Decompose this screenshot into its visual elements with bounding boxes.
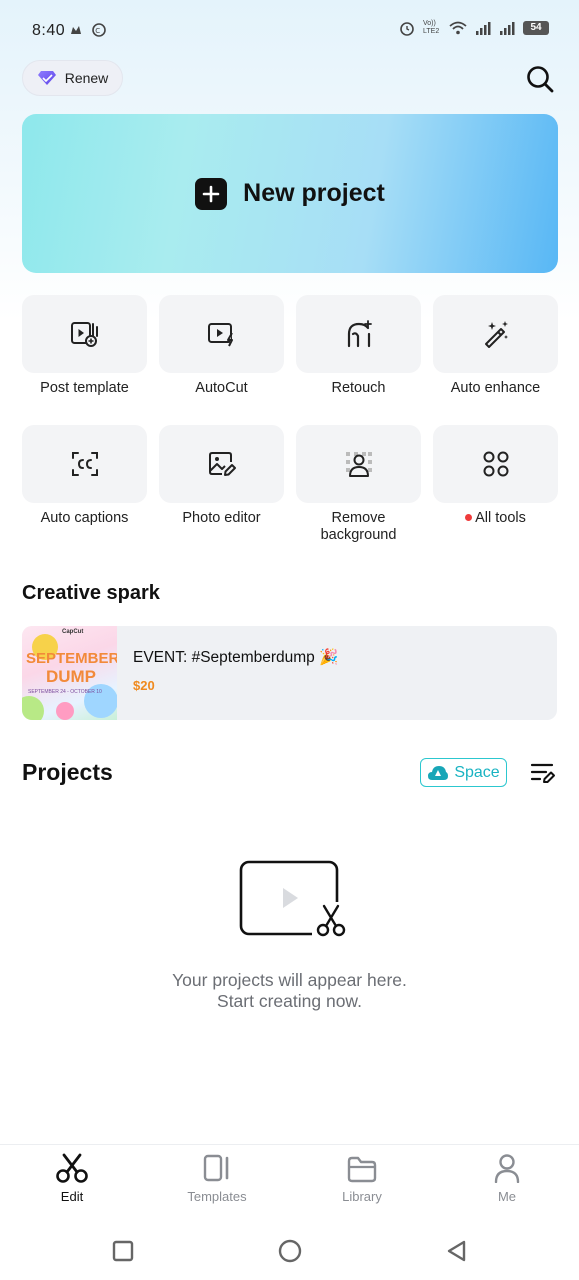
- thumb-dates: SEPTEMBER 24 - OCTOBER 10: [28, 689, 102, 695]
- tool-post-template[interactable]: Post template: [22, 295, 147, 397]
- autocut-icon: [207, 323, 233, 347]
- tool-label: AutoCut: [195, 380, 248, 396]
- empty-projects-illustration: [238, 858, 350, 938]
- signal-icon-2: [500, 22, 515, 35]
- manage-list-icon[interactable]: [530, 761, 556, 785]
- remove-background-icon: [345, 452, 372, 477]
- nav-templates[interactable]: Templates: [162, 1145, 272, 1204]
- tool-retouch[interactable]: Retouch: [296, 295, 421, 397]
- tool-label: Retouch: [331, 380, 386, 396]
- space-label: Space: [454, 763, 500, 781]
- system-nav-bar: [0, 1220, 579, 1280]
- user-icon: [452, 1145, 562, 1183]
- nav-label: Templates: [187, 1189, 247, 1204]
- nav-label: Edit: [60, 1189, 84, 1204]
- back-icon[interactable]: [444, 1238, 470, 1264]
- tool-auto-captions[interactable]: Auto captions: [22, 425, 147, 527]
- diamond-icon: [37, 71, 56, 85]
- renew-button[interactable]: Renew: [22, 60, 123, 96]
- empty-projects-line2: Start creating now.: [217, 991, 362, 1011]
- thumb-line1: SEPTEMBER: [26, 650, 117, 667]
- recents-icon[interactable]: [110, 1238, 136, 1264]
- templates-icon: [162, 1145, 272, 1183]
- tool-remove-background[interactable]: Remove background: [296, 425, 421, 544]
- cc-notification-icon: C: [92, 23, 106, 37]
- tool-autocut[interactable]: AutoCut: [159, 295, 284, 397]
- retouch-icon: [347, 320, 372, 348]
- tool-label: Auto enhance: [450, 380, 541, 396]
- network-label: Vo)) LTE2: [423, 20, 440, 35]
- tool-photo-editor[interactable]: Photo editor: [159, 425, 284, 527]
- search-icon[interactable]: [525, 64, 555, 94]
- empty-projects-line1: Your projects will appear here.: [172, 970, 407, 990]
- tool-label: Post template: [40, 380, 129, 396]
- nav-edit[interactable]: Edit: [17, 1145, 127, 1204]
- notification-icon: [71, 26, 81, 34]
- new-badge-dot: [465, 514, 473, 521]
- nav-label: Me: [497, 1189, 517, 1204]
- event-price: $20: [133, 678, 155, 693]
- cloud-icon: [428, 765, 449, 780]
- renew-label: Renew: [64, 70, 109, 86]
- wifi-icon: [449, 21, 467, 35]
- new-project-button[interactable]: New project: [22, 114, 558, 273]
- status-bar: 8:40 C Vo)) LTE2 54: [0, 0, 579, 60]
- event-card[interactable]: CapCut SEPTEMBER DUMP SEPTEMBER 24 - OCT…: [22, 626, 557, 720]
- post-template-icon: [70, 322, 98, 347]
- nav-label: Library: [342, 1189, 382, 1204]
- tool-label: Remove background: [320, 510, 397, 543]
- battery-icon: 54: [523, 21, 549, 35]
- event-title: EVENT: #Septemberdump 🎉: [133, 649, 339, 666]
- svg-text:C: C: [95, 27, 100, 35]
- folder-icon: [307, 1145, 417, 1183]
- alarm-icon: [400, 22, 414, 36]
- nav-library[interactable]: Library: [307, 1145, 417, 1204]
- scissors-icon: [17, 1145, 127, 1183]
- status-time: 8:40: [32, 22, 66, 39]
- magic-wand-icon: [484, 321, 508, 348]
- event-thumbnail: CapCut SEPTEMBER DUMP SEPTEMBER 24 - OCT…: [22, 626, 117, 720]
- grid-icon: [483, 451, 508, 477]
- new-project-label: New project: [243, 179, 385, 207]
- tool-auto-enhance[interactable]: Auto enhance: [433, 295, 558, 397]
- signal-icon: [476, 22, 491, 35]
- tool-label: All tools: [475, 510, 526, 526]
- plus-icon: [195, 177, 228, 210]
- space-button[interactable]: Space: [420, 758, 507, 787]
- creative-spark-title: Creative spark: [22, 582, 160, 604]
- home-icon[interactable]: [277, 1238, 303, 1264]
- tool-all-tools[interactable]: All tools: [433, 425, 558, 527]
- nav-me[interactable]: Me: [452, 1145, 562, 1204]
- thumb-brand: CapCut: [62, 629, 84, 635]
- captions-icon: [71, 452, 98, 476]
- bottom-nav: Edit Templates Library Me: [0, 1144, 579, 1214]
- photo-edit-icon: [208, 452, 236, 476]
- projects-title: Projects: [22, 759, 113, 785]
- tool-label: Photo editor: [182, 510, 261, 526]
- tool-label: Auto captions: [40, 510, 129, 526]
- thumb-line2: DUMP: [45, 667, 97, 686]
